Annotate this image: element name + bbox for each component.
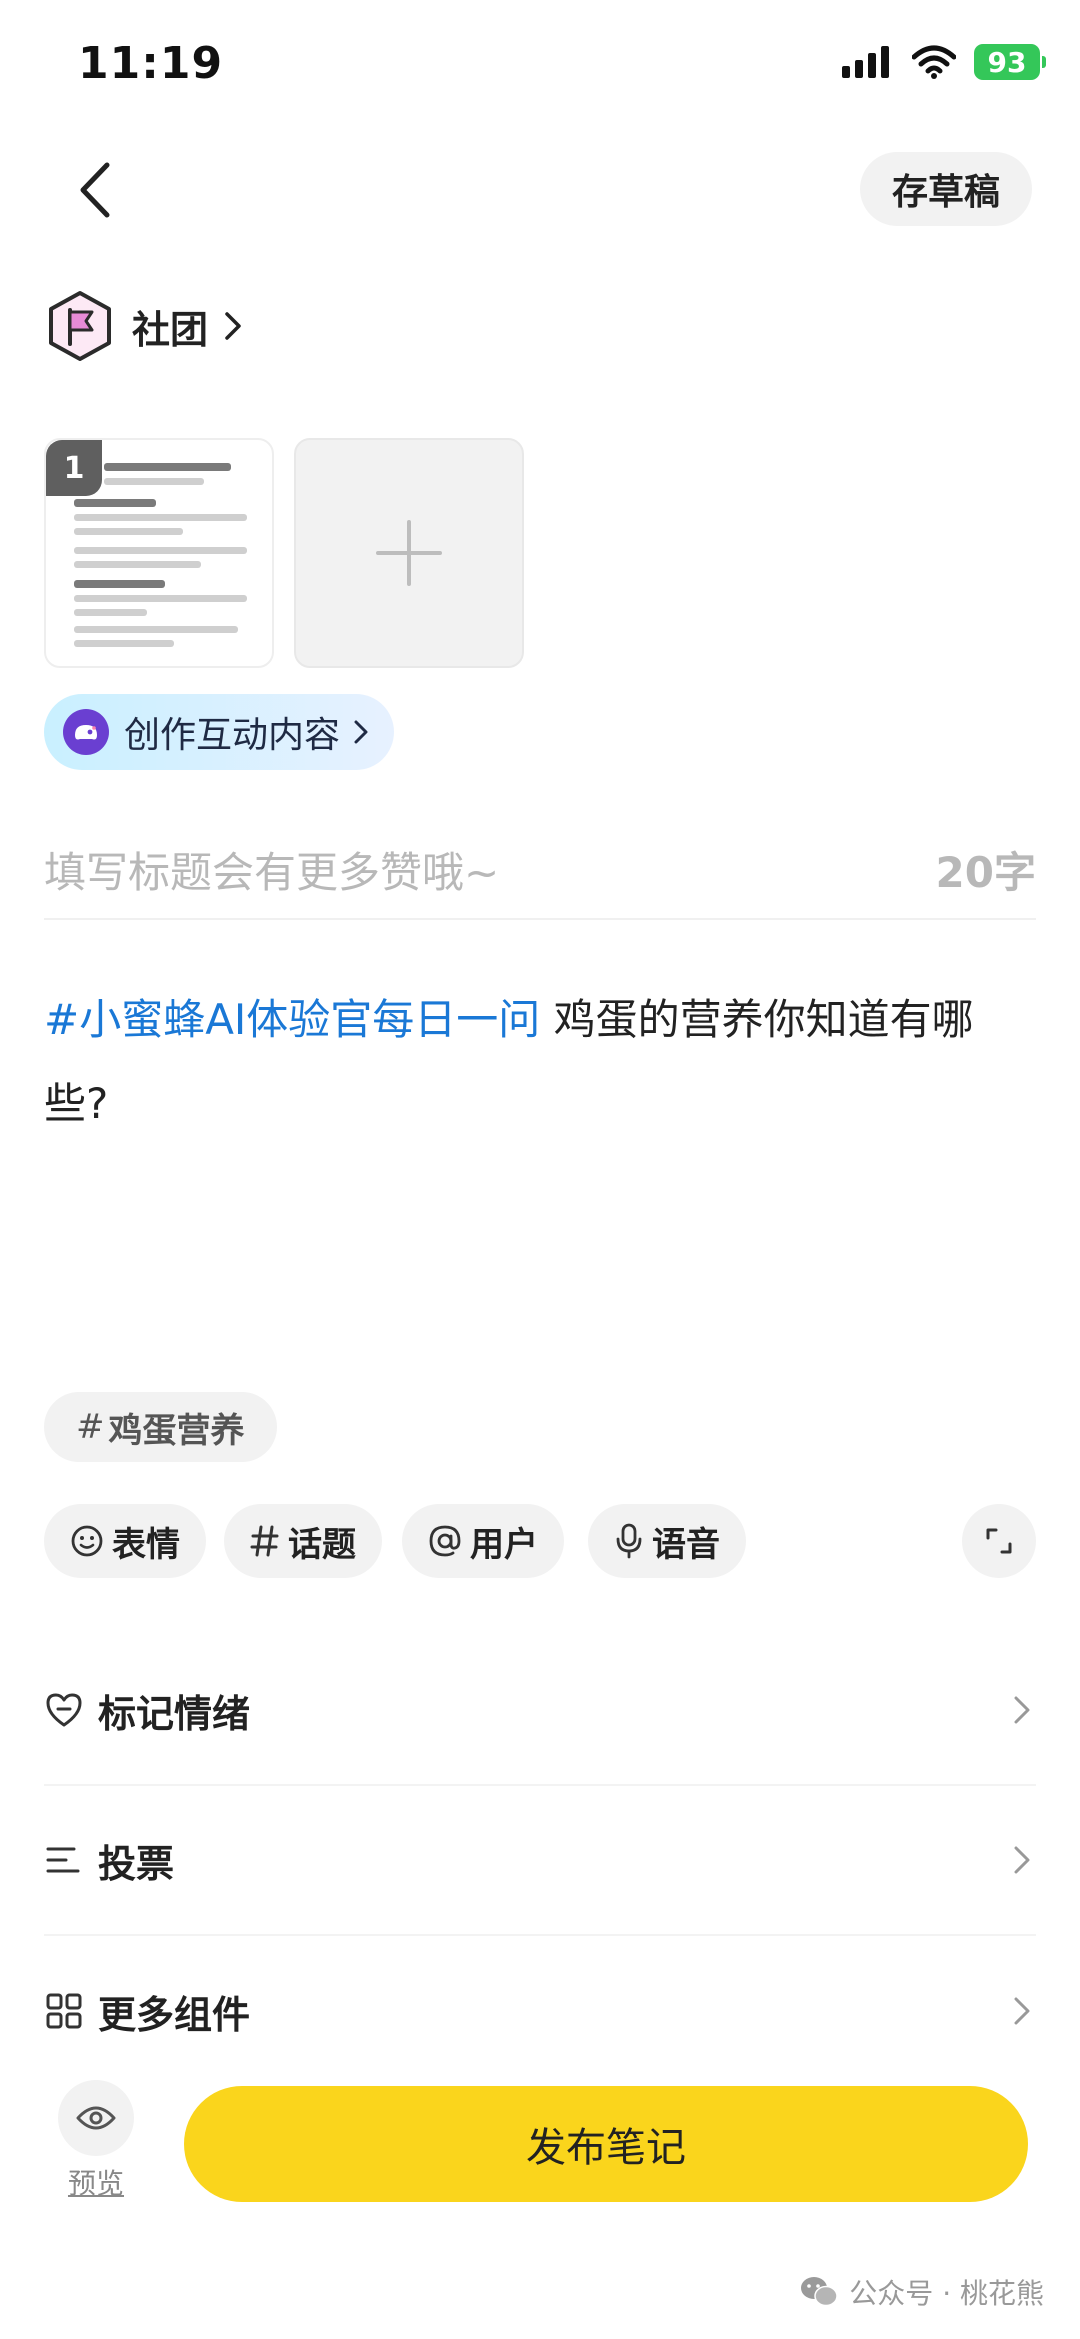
expand-editor-button[interactable] <box>962 1504 1036 1578</box>
chevron-right-icon <box>225 312 241 340</box>
add-image-button[interactable] <box>294 438 524 668</box>
watermark: 公众号 · 桃花熊 <box>799 2272 1044 2312</box>
title-input[interactable]: 填写标题会有更多赞哦~ <box>44 839 499 900</box>
option-label: 标记情绪 <box>98 1691 251 1736</box>
at-icon <box>429 1525 461 1557</box>
interactive-content-label: 创作互动内容 <box>124 715 341 756</box>
title-input-row[interactable]: 填写标题会有更多赞哦~ 20字 <box>44 820 1036 920</box>
status-icons: 93 <box>842 44 1046 80</box>
media-row: 1 <box>44 438 524 668</box>
option-label: 投票 <box>98 1841 175 1886</box>
flag-hexagon-icon <box>49 291 111 361</box>
publish-note-button[interactable]: 发布笔记 <box>184 2086 1028 2202</box>
topic-chip[interactable]: # 鸡蛋营养 <box>44 1392 277 1462</box>
grid-icon <box>46 1993 82 2029</box>
back-button[interactable] <box>64 150 124 230</box>
preview-label: 预览 <box>67 2167 124 2200</box>
chevron-left-icon <box>80 162 110 218</box>
user-label: 用户 <box>470 1524 538 1565</box>
chevron-right-icon <box>1014 1696 1030 1724</box>
heart-face-icon <box>46 1693 82 1727</box>
preview-button[interactable]: 预览 <box>58 2080 134 2202</box>
poll-icon <box>46 1847 80 1873</box>
preview-icon-wrap <box>58 2080 134 2156</box>
image-index-badge: 1 <box>46 440 102 496</box>
option-poll[interactable]: 投票 <box>44 1786 1036 1936</box>
game-controller-icon <box>63 709 109 755</box>
topic-label: 话题 <box>288 1524 356 1565</box>
status-bar: 11:19 93 <box>0 0 1080 130</box>
expand-icon <box>986 1528 1012 1554</box>
chevron-right-icon <box>354 720 368 744</box>
hash-icon <box>250 1525 279 1557</box>
voice-button[interactable]: 语音 <box>588 1504 746 1578</box>
chevron-right-icon <box>1014 1997 1030 2025</box>
option-label: 更多组件 <box>98 1992 251 2037</box>
cellular-signal-icon <box>842 46 889 78</box>
community-label: 社团 <box>132 307 209 352</box>
battery-indicator: 93 <box>974 44 1046 80</box>
save-draft-button[interactable]: 存草稿 <box>859 152 1032 226</box>
mention-user-button[interactable]: 用户 <box>402 1504 564 1578</box>
wifi-icon <box>912 45 956 79</box>
topic-chip-label: 鸡蛋营养 <box>108 1410 245 1451</box>
create-interactive-content-button[interactable]: 创作互动内容 <box>44 694 395 770</box>
image-thumbnail[interactable]: 1 <box>44 438 274 668</box>
community-selector[interactable]: 社团 <box>44 290 242 362</box>
watermark-text: 公众号 · 桃花熊 <box>849 2277 1044 2310</box>
eye-icon <box>76 2106 116 2130</box>
mic-icon <box>616 1523 642 1559</box>
emoji-icon <box>71 1525 103 1557</box>
voice-label: 语音 <box>652 1524 720 1565</box>
body-hashtag[interactable]: #小蜜蜂AI体验官每日一问 <box>44 995 540 1044</box>
tool-row: 表情 话题 用户 语音 <box>44 1504 1036 1578</box>
emoji-label: 表情 <box>112 1524 180 1565</box>
option-mark-mood[interactable]: 标记情绪 <box>44 1636 1036 1786</box>
wechat-icon <box>801 2277 839 2307</box>
topic-button[interactable]: 话题 <box>224 1504 382 1578</box>
option-more-widgets[interactable]: 更多组件 <box>44 1936 1036 2086</box>
emoji-button[interactable]: 表情 <box>44 1504 206 1578</box>
chevron-right-icon <box>1014 1846 1030 1874</box>
body-text-editor[interactable]: #小蜜蜂AI体验官每日一问 鸡蛋的营养你知道有哪些? <box>44 978 1036 1146</box>
title-char-count: 20字 <box>935 847 1036 897</box>
plus-icon <box>376 520 442 586</box>
hash-symbol: # <box>76 1407 105 1447</box>
status-time: 11:19 <box>78 38 224 89</box>
